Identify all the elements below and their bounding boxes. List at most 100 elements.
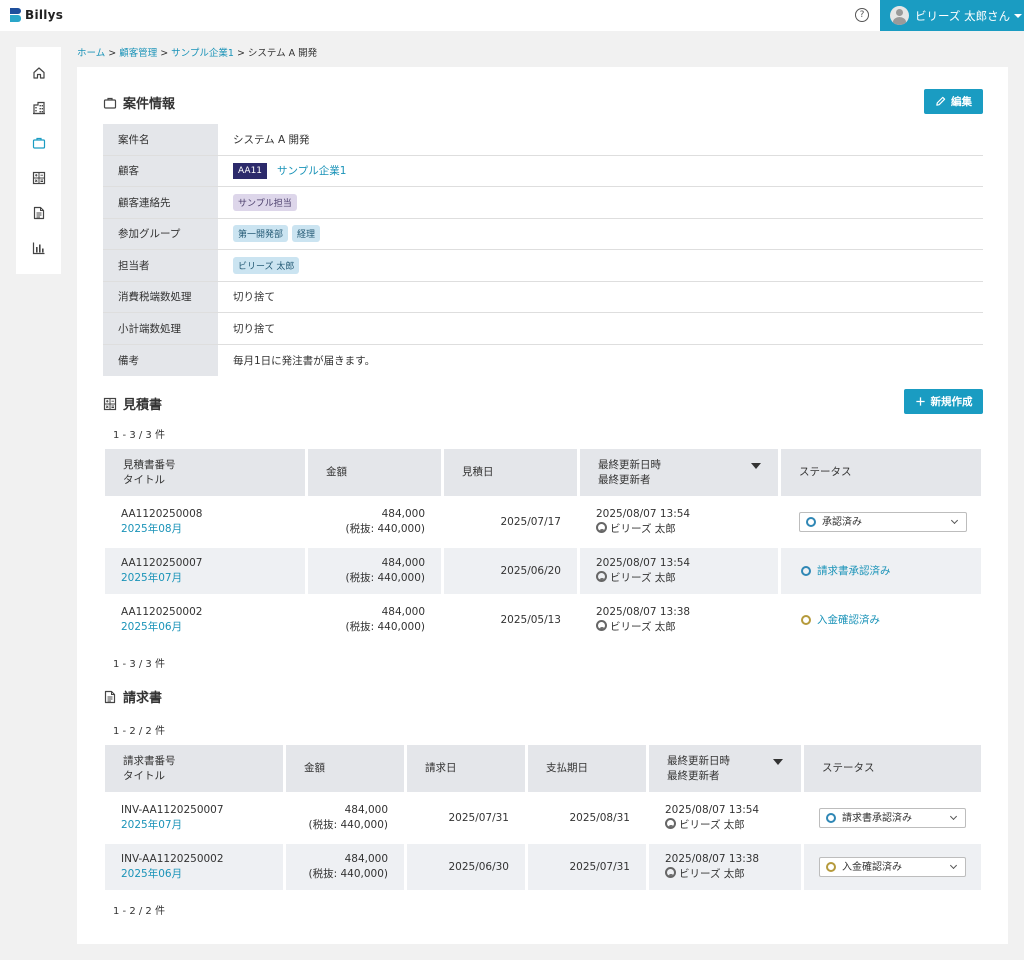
table-row[interactable]: INV-AA1120250007 2025年07月 484,000 (税抜: 4… xyxy=(105,795,981,841)
status-select[interactable]: 入金確認済み xyxy=(819,857,966,877)
col-header-number[interactable]: 見積書番号 タイトル xyxy=(105,449,305,496)
invoices-count-top: 1 - 2 / 2 件 xyxy=(113,726,165,737)
breadcrumb-separator: > xyxy=(160,48,169,59)
status-label: 入金確認済み xyxy=(817,613,880,626)
col-header-status[interactable]: ステータス xyxy=(804,745,981,792)
new-button-label: 新規作成 xyxy=(930,396,973,408)
sidebar-item-projects[interactable] xyxy=(16,131,61,155)
plus-icon xyxy=(915,397,925,406)
group-tag: 第一開発部 xyxy=(233,225,289,243)
document-icon xyxy=(33,206,44,220)
sort-desc-icon[interactable] xyxy=(751,463,761,469)
sidebar-item-invoices[interactable] xyxy=(16,201,61,225)
tax-rounding-value: 切り捨て xyxy=(233,291,275,304)
customer-link[interactable]: サンプル企業1 xyxy=(277,163,346,178)
col-header-updated[interactable]: 最終更新日時 最終更新者 xyxy=(580,449,778,496)
invoice-title-link[interactable]: 2025年07月 xyxy=(121,818,283,833)
calculator-icon xyxy=(32,171,45,185)
app-logo[interactable]: Billys xyxy=(10,8,63,22)
status-select[interactable]: 請求書承認済み xyxy=(819,808,966,828)
chevron-down-icon xyxy=(949,861,958,870)
edit-button[interactable]: 編集 xyxy=(924,89,983,114)
col-header-status[interactable]: ステータス xyxy=(781,449,981,496)
table-row[interactable]: AA1120250007 2025年07月 484,000 (税抜: 440,0… xyxy=(105,548,981,594)
info-row-customer: 顧客 AA11 サンプル企業1 xyxy=(103,155,983,187)
caret-down-icon xyxy=(1014,13,1023,18)
col-header-updated[interactable]: 最終更新日時 最終更新者 xyxy=(649,745,801,792)
sort-desc-icon[interactable] xyxy=(773,759,783,765)
subtotal-rounding-value: 切り捨て xyxy=(233,322,275,335)
estimate-title-link[interactable]: 2025年07月 xyxy=(121,571,305,586)
cell-number: INV-AA1120250007 2025年07月 xyxy=(105,795,283,841)
status-link[interactable]: 入金確認済み xyxy=(799,613,981,628)
amount: 484,000 xyxy=(381,508,425,520)
contact-value: サンプル担当 xyxy=(218,187,983,218)
updated-by: ビリーズ 太郎 xyxy=(596,620,778,635)
table-row[interactable]: INV-AA1120250002 2025年06月 484,000 (税抜: 4… xyxy=(105,844,981,890)
estimate-date: 2025/07/17 xyxy=(500,515,561,528)
updated-by: ビリーズ 太郎 xyxy=(596,522,778,537)
estimate-title-link[interactable]: 2025年08月 xyxy=(121,522,305,537)
user-icon xyxy=(596,571,607,582)
header-label: 金額 xyxy=(326,466,347,478)
document-icon xyxy=(104,690,116,703)
calculator-icon xyxy=(103,397,117,410)
header-label: タイトル xyxy=(123,769,165,782)
amount: 484,000 xyxy=(381,606,425,618)
sidebar-item-customers[interactable] xyxy=(16,96,61,120)
cell-number: INV-AA1120250002 2025年06月 xyxy=(105,844,283,890)
estimate-title-link[interactable]: 2025年06月 xyxy=(121,620,305,635)
header-label: ステータス xyxy=(799,466,852,478)
help-icon[interactable]: ? xyxy=(855,8,869,22)
customer-value: AA11 サンプル企業1 xyxy=(218,156,983,187)
invoices-table: 請求書番号 タイトル 金額 請求日 支払期日 最終更新日時 最終更新者 ステータ… xyxy=(105,745,981,890)
info-label: 担当者 xyxy=(103,250,218,281)
cell-number: AA1120250002 2025年06月 xyxy=(105,597,305,643)
breadcrumb-current: システム A 開発 xyxy=(247,48,318,59)
updater-name: ビリーズ 太郎 xyxy=(679,868,745,880)
breadcrumb-customers[interactable]: 顧客管理 xyxy=(119,48,157,59)
contact-tag: サンプル担当 xyxy=(233,193,297,211)
col-header-number[interactable]: 請求書番号 タイトル xyxy=(105,745,283,792)
bar-chart-icon xyxy=(32,242,44,255)
estimates-title: 見積書 xyxy=(103,394,162,413)
user-icon xyxy=(596,522,607,533)
table-row[interactable]: AA1120250008 2025年08月 484,000 (税抜: 440,0… xyxy=(105,499,981,545)
section-heading: 案件情報 xyxy=(123,97,176,112)
col-header-date[interactable]: 見積日 xyxy=(444,449,577,496)
breadcrumb-home[interactable]: ホーム xyxy=(77,48,105,59)
updated-by: ビリーズ 太郎 xyxy=(665,818,801,833)
header-label: 最終更新者 xyxy=(667,769,720,782)
sidebar-item-estimates[interactable] xyxy=(16,166,61,190)
breadcrumb-company[interactable]: サンプル企業1 xyxy=(171,48,234,59)
status-link[interactable]: 請求書承認済み xyxy=(799,564,981,579)
col-header-due[interactable]: 支払期日 xyxy=(528,745,646,792)
owner-value: ビリーズ 太郎 xyxy=(218,250,983,281)
invoice-title-link[interactable]: 2025年06月 xyxy=(121,867,283,882)
cell-date: 2025/06/30 xyxy=(407,844,525,890)
estimate-number: AA1120250002 xyxy=(121,606,203,618)
sidebar xyxy=(16,47,61,274)
col-header-amount[interactable]: 金額 xyxy=(286,745,404,792)
estimate-number: AA1120250007 xyxy=(121,557,203,569)
cell-date: 2025/05/13 xyxy=(444,597,577,643)
updated-at: 2025/08/07 13:38 xyxy=(596,606,691,618)
info-label: 顧客連絡先 xyxy=(103,187,218,218)
cell-status: 請求書承認済み xyxy=(804,795,981,841)
cell-due: 2025/08/31 xyxy=(528,795,646,841)
cell-updated: 2025/08/07 13:38 ビリーズ 太郎 xyxy=(649,844,801,890)
cell-status: 入金確認済み xyxy=(781,597,981,643)
status-select[interactable]: 承認済み xyxy=(799,512,967,532)
cell-status: 請求書承認済み xyxy=(781,548,981,594)
user-menu[interactable]: ビリーズ 太郎さん xyxy=(880,0,1024,31)
cell-date: 2025/07/31 xyxy=(407,795,525,841)
pencil-icon xyxy=(936,96,946,106)
col-header-date[interactable]: 請求日 xyxy=(407,745,525,792)
logo-mark-icon xyxy=(10,8,21,22)
sidebar-item-reports[interactable] xyxy=(16,236,61,260)
table-row[interactable]: AA1120250002 2025年06月 484,000 (税抜: 440,0… xyxy=(105,597,981,643)
sidebar-item-home[interactable] xyxy=(16,61,61,85)
customer-code-badge: AA11 xyxy=(233,162,268,179)
col-header-amount[interactable]: 金額 xyxy=(308,449,441,496)
new-estimate-button[interactable]: 新規作成 xyxy=(904,389,983,414)
